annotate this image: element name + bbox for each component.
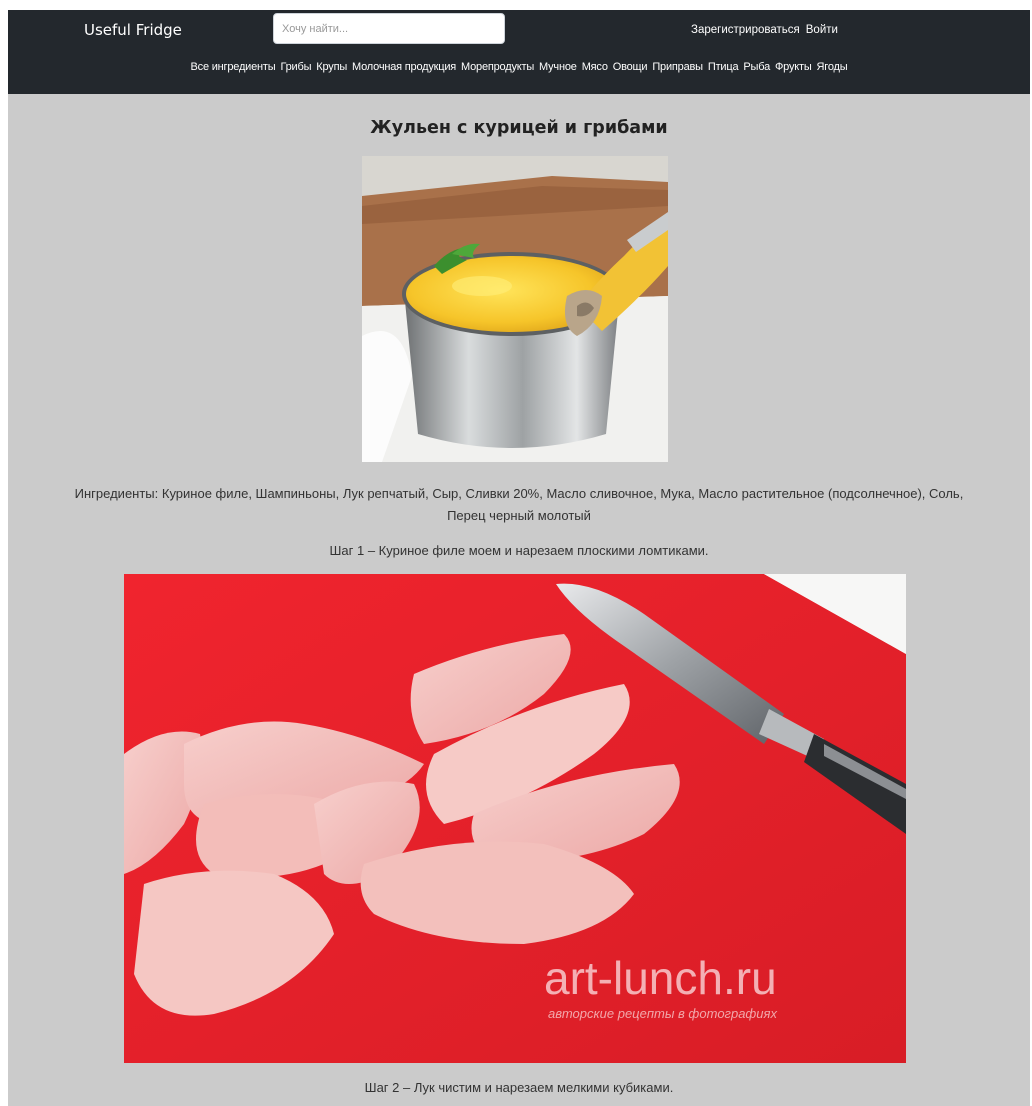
category-nav: Все ингредиенты Грибы Крупы Молочная про… — [8, 59, 1030, 75]
category-link-vegetables[interactable]: Овощи — [613, 59, 648, 75]
category-link-flour[interactable]: Мучное — [539, 59, 577, 75]
step-1-text: Шаг 1 – Куриное филе моем и нарезаем пло… — [329, 543, 709, 558]
category-link-berries[interactable]: Ягоды — [817, 59, 848, 75]
category-link-all[interactable]: Все ингредиенты — [191, 59, 276, 75]
brand-link[interactable]: Useful Fridge — [84, 20, 182, 40]
register-link[interactable]: Зарегистрироваться — [691, 22, 800, 38]
category-link-grains[interactable]: Крупы — [316, 59, 347, 75]
search-input[interactable] — [273, 13, 505, 44]
dish-photo — [362, 156, 668, 462]
category-link-poultry[interactable]: Птица — [708, 59, 739, 75]
category-link-mushrooms[interactable]: Грибы — [280, 59, 311, 75]
watermark-tagline: авторские рецепты в фотографиях — [548, 1006, 777, 1021]
ingredients-text: Ингредиенты: Куриное филе, Шампиньоны, Л… — [74, 486, 964, 523]
category-link-spices[interactable]: Приправы — [652, 59, 703, 75]
recipe-title: Жульен с курицей и грибами — [370, 118, 668, 138]
navbar: Useful Fridge Зарегистрироваться Войти В… — [8, 10, 1030, 94]
watermark-logo: art-lunch.ru — [544, 952, 777, 1004]
step-2-text: Шаг 2 – Лук чистим и нарезаем мелкими ку… — [364, 1080, 674, 1095]
page: Useful Fridge Зарегистрироваться Войти В… — [8, 10, 1030, 1106]
category-link-fish[interactable]: Рыба — [743, 59, 770, 75]
login-link[interactable]: Войти — [806, 22, 838, 38]
category-link-fruits[interactable]: Фрукты — [775, 59, 812, 75]
category-link-dairy[interactable]: Молочная продукция — [352, 59, 456, 75]
auth-links: Зарегистрироваться Войти — [691, 22, 838, 38]
step-1-photo: art-lunch.ru авторские рецепты в фотогра… — [124, 574, 906, 1063]
category-link-meat[interactable]: Мясо — [582, 59, 608, 75]
category-link-seafood[interactable]: Морепродукты — [461, 59, 534, 75]
